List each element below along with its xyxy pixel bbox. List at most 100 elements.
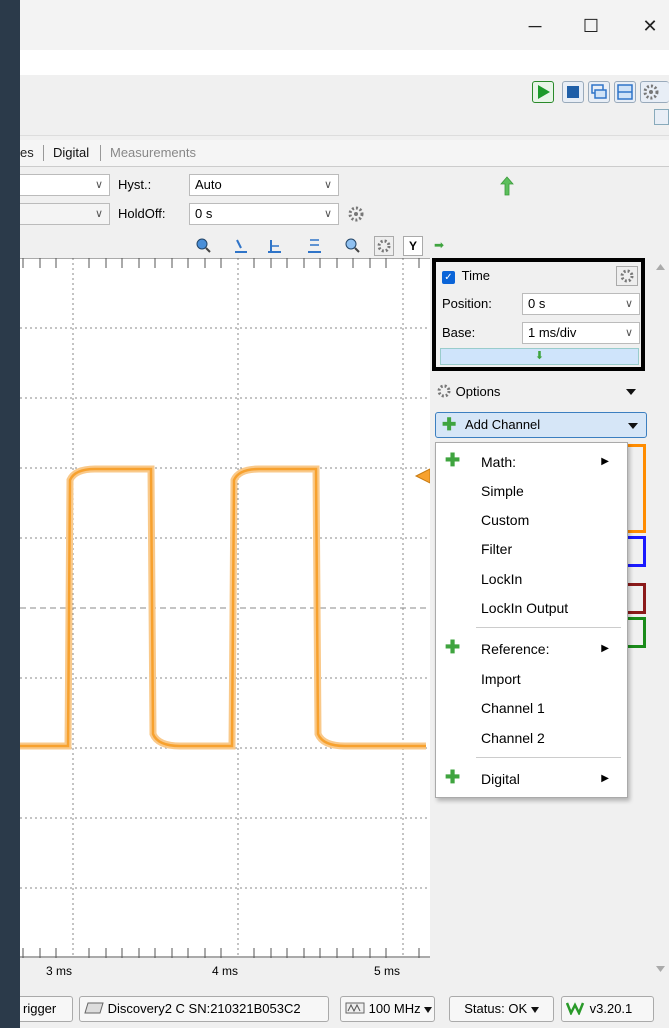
- base-select[interactable]: 1 ms/div ∨: [522, 322, 640, 344]
- channel-1-panel[interactable]: [628, 444, 646, 533]
- caret-down-icon[interactable]: [626, 388, 636, 396]
- device-label: Discovery2 C SN:210321B053C2: [107, 1001, 301, 1016]
- y-axis-button[interactable]: Y: [403, 236, 423, 256]
- channel-4-panel[interactable]: [628, 617, 646, 648]
- side-panel-scrollbar[interactable]: [652, 258, 669, 988]
- menu-item-simple[interactable]: Simple: [481, 483, 524, 499]
- tab-bar: es Digital Measurements: [20, 140, 669, 167]
- hyst-label: Hyst.:: [118, 177, 152, 192]
- chevron-down-icon: ∨: [94, 208, 103, 220]
- scope-plot[interactable]: [20, 258, 430, 958]
- arrow-down-icon: ⬇: [534, 350, 545, 362]
- trigger-status-label: rigger: [23, 1001, 57, 1016]
- trigger-level-marker[interactable]: [414, 468, 430, 484]
- time-panel: ✓ Time Position: 0 s ∨ Base: 1 ms/div ∨ ⬇: [432, 258, 645, 371]
- time-checkbox[interactable]: ✓: [442, 271, 455, 284]
- menu-item-filter[interactable]: Filter: [481, 541, 512, 557]
- chevron-down-icon: ∨: [624, 327, 633, 339]
- position-select[interactable]: 0 s ∨: [522, 293, 640, 315]
- submenu-arrow-icon: ▶: [601, 643, 609, 654]
- dock-window-icon[interactable]: [654, 109, 669, 125]
- channel-3-panel[interactable]: [628, 583, 646, 614]
- clock-icon: [345, 1002, 365, 1014]
- holdoff-label: HoldOff:: [118, 206, 166, 221]
- base-label: Base:: [442, 325, 476, 340]
- version-button[interactable]: v3.20.1: [561, 996, 654, 1022]
- menu-item-import[interactable]: Import: [481, 671, 521, 687]
- plus-icon: ✚: [445, 767, 461, 787]
- holdoff-value: 0 s: [195, 206, 213, 221]
- layout-split-button[interactable]: [614, 81, 636, 103]
- tab-partial[interactable]: es: [20, 145, 34, 160]
- submenu-arrow-icon: ▶: [601, 773, 609, 784]
- menu-item-lockin[interactable]: LockIn: [481, 571, 522, 587]
- frequency-label: 100 MHz: [368, 1001, 421, 1016]
- zoom-icon[interactable]: [194, 236, 212, 254]
- time-axis: 3 ms 4 ms 5 ms: [20, 958, 450, 988]
- trigger-status-button[interactable]: rigger: [20, 996, 73, 1022]
- menu-separator: [476, 757, 621, 758]
- magnify-icon[interactable]: [343, 236, 361, 254]
- chevron-down-icon: ∨: [624, 298, 633, 310]
- plus-icon: ✚: [445, 450, 461, 470]
- chevron-down-icon: ∨: [323, 208, 332, 220]
- settings-button[interactable]: [640, 81, 669, 103]
- status-button[interactable]: Status: OK: [449, 996, 554, 1022]
- gear-icon[interactable]: [347, 205, 367, 225]
- windows-split-icon: [617, 84, 633, 100]
- trigger-source-select[interactable]: ∨: [20, 174, 110, 196]
- position-label: Position:: [442, 296, 492, 311]
- cursor-edge-icon[interactable]: [265, 236, 283, 254]
- plus-icon: ✚: [442, 415, 457, 434]
- menu-item-digital[interactable]: Digital: [481, 771, 520, 787]
- axis-tick-label: 5 ms: [374, 964, 401, 978]
- stop-button[interactable]: [562, 81, 584, 103]
- run-button[interactable]: [532, 81, 554, 103]
- instrument-toolbar: [20, 75, 669, 136]
- expand-time-button[interactable]: ⬇: [440, 348, 639, 365]
- gear-icon[interactable]: [374, 236, 394, 256]
- windows-stack-icon: [591, 84, 607, 99]
- arrow-up-icon[interactable]: [500, 176, 514, 196]
- menu-bar: [20, 50, 669, 75]
- axis-tick-label: 3 ms: [46, 964, 73, 978]
- add-channel-menu: ✚ Math: ▶ Simple Custom Filter LockIn Lo…: [435, 442, 628, 798]
- play-icon: [538, 85, 550, 99]
- menu-item-channel2[interactable]: Channel 2: [481, 730, 545, 746]
- menu-item-channel1[interactable]: Channel 1: [481, 700, 545, 716]
- time-header: ✓ Time: [442, 268, 490, 284]
- cursor-levels-icon[interactable]: [305, 236, 323, 254]
- title-bar: ─ ☐ ✕: [20, 0, 669, 50]
- caret-down-icon: [424, 1007, 433, 1013]
- holdoff-select[interactable]: 0 s ∨: [189, 203, 339, 225]
- channel-2-panel[interactable]: [628, 536, 646, 567]
- layout-stack-button[interactable]: [588, 81, 610, 103]
- options-label: Options: [455, 384, 501, 399]
- tab-measurements[interactable]: Measurements: [110, 145, 196, 160]
- menu-item-lockin-output[interactable]: LockIn Output: [481, 600, 568, 616]
- device-button[interactable]: Discovery2 C SN:210321B053C2: [79, 996, 329, 1022]
- add-channel-button[interactable]: ✚ Add Channel: [435, 412, 647, 438]
- plus-icon: ✚: [445, 637, 461, 657]
- trigger-condition-select[interactable]: ∨: [20, 203, 110, 225]
- hyst-select[interactable]: Auto ∨: [189, 174, 339, 196]
- stop-icon: [567, 86, 579, 98]
- frequency-button[interactable]: 100 MHz: [340, 996, 435, 1022]
- cursor-x-icon[interactable]: [231, 236, 249, 254]
- menu-item-math[interactable]: Math:: [481, 454, 516, 470]
- hyst-value: Auto: [195, 177, 222, 192]
- maximize-button[interactable]: ☐: [571, 12, 611, 40]
- close-button[interactable]: ✕: [630, 12, 669, 40]
- plot-toolbar: Y ➡: [20, 234, 450, 258]
- axis-tick-label: 4 ms: [212, 964, 239, 978]
- menu-item-reference[interactable]: Reference:: [481, 641, 549, 657]
- base-value: 1 ms/div: [528, 325, 577, 340]
- gear-icon[interactable]: [616, 266, 638, 286]
- tab-digital[interactable]: Digital: [53, 145, 89, 160]
- arrow-right-icon[interactable]: ➡: [430, 236, 448, 254]
- minimize-button[interactable]: ─: [515, 12, 555, 40]
- app-window: ─ ☐ ✕ es Digital Measurements ∨ Hyst.: A…: [20, 0, 669, 1028]
- submenu-arrow-icon: ▶: [601, 456, 609, 467]
- options-row[interactable]: Options: [436, 383, 500, 399]
- menu-item-custom[interactable]: Custom: [481, 512, 529, 528]
